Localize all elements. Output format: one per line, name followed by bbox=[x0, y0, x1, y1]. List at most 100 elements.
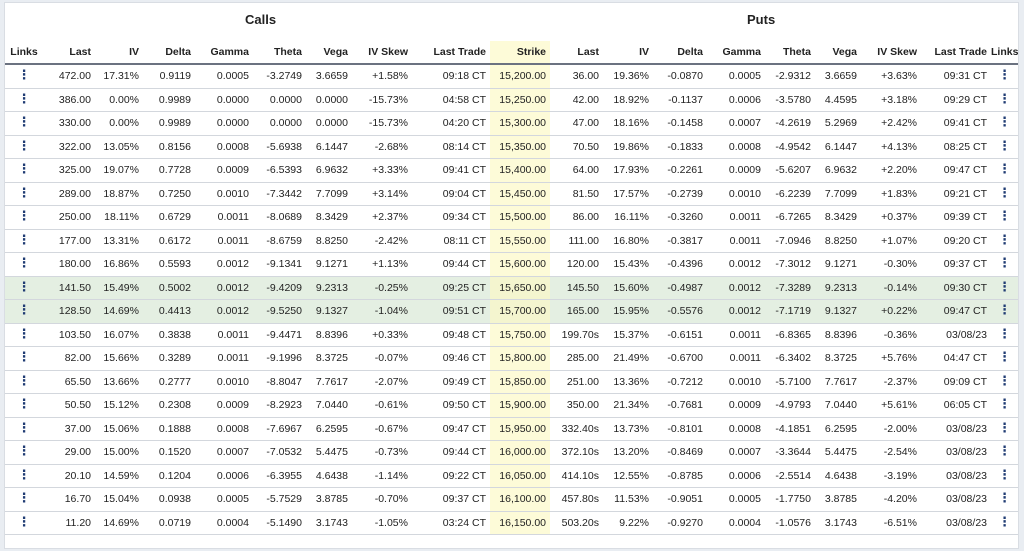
more-vertical-icon[interactable]: ⋮ bbox=[998, 256, 1011, 269]
cell-strike[interactable]: 15,850.00 bbox=[490, 370, 550, 394]
more-vertical-icon[interactable]: ⋮ bbox=[998, 209, 1011, 222]
cell-call-iv-skew: -0.07% bbox=[352, 346, 412, 371]
column-header-put-delta[interactable]: Delta bbox=[653, 41, 707, 65]
column-header-call-iv-skew[interactable]: IV Skew bbox=[352, 41, 412, 65]
more-vertical-icon[interactable]: ⋮ bbox=[18, 186, 31, 199]
more-vertical-icon[interactable]: ⋮ bbox=[998, 68, 1011, 81]
more-vertical-icon[interactable]: ⋮ bbox=[18, 92, 31, 105]
more-vertical-icon[interactable]: ⋮ bbox=[18, 397, 31, 410]
column-header-call-delta[interactable]: Delta bbox=[143, 41, 195, 65]
more-vertical-icon[interactable]: ⋮ bbox=[998, 303, 1011, 316]
more-vertical-icon[interactable]: ⋮ bbox=[18, 256, 31, 269]
column-header-call-last-trade[interactable]: Last Trade bbox=[412, 41, 490, 65]
column-header-put-iv-skew[interactable]: IV Skew bbox=[861, 41, 921, 65]
more-vertical-icon[interactable]: ⋮ bbox=[18, 139, 31, 152]
cell-call-gamma: 0.0008 bbox=[195, 417, 253, 441]
cell-call-delta: 0.4413 bbox=[143, 299, 195, 324]
cell-put-last-trade: 03/08/23 bbox=[921, 323, 991, 347]
cell-call-delta: 0.3289 bbox=[143, 346, 195, 371]
cell-strike[interactable]: 15,700.00 bbox=[490, 299, 550, 324]
more-vertical-icon[interactable]: ⋮ bbox=[18, 444, 31, 457]
more-vertical-icon[interactable]: ⋮ bbox=[18, 515, 31, 528]
more-vertical-icon[interactable]: ⋮ bbox=[998, 92, 1011, 105]
column-header-call-last[interactable]: Last bbox=[43, 41, 95, 65]
cell-call-theta: -8.8047 bbox=[253, 370, 306, 394]
cell-strike[interactable]: 15,300.00 bbox=[490, 111, 550, 136]
column-header-put-last[interactable]: Last bbox=[550, 41, 603, 65]
cell-strike[interactable]: 16,000.00 bbox=[490, 440, 550, 465]
column-header-call-theta[interactable]: Theta bbox=[253, 41, 306, 65]
cell-strike[interactable]: 15,800.00 bbox=[490, 346, 550, 371]
cell-put-gamma: 0.0010 bbox=[707, 370, 765, 394]
column-header-call-iv[interactable]: IV bbox=[95, 41, 143, 65]
more-vertical-icon[interactable]: ⋮ bbox=[18, 468, 31, 481]
cell-strike[interactable]: 15,950.00 bbox=[490, 417, 550, 441]
cell-strike[interactable]: 15,400.00 bbox=[490, 158, 550, 183]
more-vertical-icon[interactable]: ⋮ bbox=[18, 491, 31, 504]
cell-put-vega: 3.6659 bbox=[815, 64, 861, 89]
column-header-links[interactable]: Links bbox=[5, 41, 43, 65]
column-header-call-gamma[interactable]: Gamma bbox=[195, 41, 253, 65]
cell-call-vega: 3.1743 bbox=[306, 511, 352, 535]
more-vertical-icon[interactable]: ⋮ bbox=[18, 68, 31, 81]
column-header-links-right[interactable]: Links bbox=[991, 41, 1018, 65]
more-vertical-icon[interactable]: ⋮ bbox=[18, 115, 31, 128]
cell-strike[interactable]: 16,050.00 bbox=[490, 464, 550, 488]
cell-put-theta: -5.6207 bbox=[765, 158, 815, 183]
cell-put-vega: 5.2969 bbox=[815, 111, 861, 136]
more-vertical-icon[interactable]: ⋮ bbox=[18, 374, 31, 387]
column-header-put-vega[interactable]: Vega bbox=[815, 41, 861, 65]
cell-strike[interactable]: 15,650.00 bbox=[490, 276, 550, 300]
column-header-put-last-trade[interactable]: Last Trade bbox=[921, 41, 991, 65]
column-header-put-iv[interactable]: IV bbox=[603, 41, 653, 65]
chain-row: ⋮ 325.00 19.07% 0.7728 0.0009 -6.5393 6.9632 +3… bbox=[5, 158, 1018, 183]
column-header-put-gamma[interactable]: Gamma bbox=[707, 41, 765, 65]
more-vertical-icon[interactable]: ⋮ bbox=[998, 327, 1011, 340]
cell-strike[interactable]: 15,500.00 bbox=[490, 205, 550, 230]
more-vertical-icon[interactable]: ⋮ bbox=[18, 303, 31, 316]
cell-put-iv: 15.37% bbox=[603, 323, 653, 347]
more-vertical-icon[interactable]: ⋮ bbox=[998, 515, 1011, 528]
cell-call-theta: -9.4471 bbox=[253, 323, 306, 347]
column-header-put-theta[interactable]: Theta bbox=[765, 41, 815, 65]
cell-put-iv-skew: -2.54% bbox=[861, 440, 921, 465]
more-vertical-icon[interactable]: ⋮ bbox=[998, 162, 1011, 175]
cell-strike[interactable]: 15,550.00 bbox=[490, 229, 550, 253]
cell-strike[interactable]: 15,450.00 bbox=[490, 182, 550, 206]
more-vertical-icon[interactable]: ⋮ bbox=[18, 280, 31, 293]
cell-strike[interactable]: 15,200.00 bbox=[490, 64, 550, 89]
more-vertical-icon[interactable]: ⋮ bbox=[998, 115, 1011, 128]
cell-put-last: 251.00 bbox=[550, 370, 603, 394]
call-links-cell: ⋮ bbox=[5, 135, 43, 159]
more-vertical-icon[interactable]: ⋮ bbox=[18, 233, 31, 246]
cell-strike[interactable]: 15,600.00 bbox=[490, 252, 550, 277]
more-vertical-icon[interactable]: ⋮ bbox=[998, 421, 1011, 434]
more-vertical-icon[interactable]: ⋮ bbox=[18, 421, 31, 434]
more-vertical-icon[interactable]: ⋮ bbox=[998, 397, 1011, 410]
column-header-strike[interactable]: Strike bbox=[490, 41, 550, 65]
more-vertical-icon[interactable]: ⋮ bbox=[18, 327, 31, 340]
more-vertical-icon[interactable]: ⋮ bbox=[998, 186, 1011, 199]
cell-strike[interactable]: 16,100.00 bbox=[490, 487, 550, 512]
more-vertical-icon[interactable]: ⋮ bbox=[998, 444, 1011, 457]
cell-call-delta: 0.1204 bbox=[143, 464, 195, 488]
cell-strike[interactable]: 15,900.00 bbox=[490, 393, 550, 418]
cell-strike[interactable]: 15,750.00 bbox=[490, 323, 550, 347]
more-vertical-icon[interactable]: ⋮ bbox=[18, 209, 31, 222]
more-vertical-icon[interactable]: ⋮ bbox=[998, 139, 1011, 152]
more-vertical-icon[interactable]: ⋮ bbox=[998, 280, 1011, 293]
cell-put-theta: -7.3289 bbox=[765, 276, 815, 300]
more-vertical-icon[interactable]: ⋮ bbox=[998, 491, 1011, 504]
cell-strike[interactable]: 15,350.00 bbox=[490, 135, 550, 159]
more-vertical-icon[interactable]: ⋮ bbox=[998, 350, 1011, 363]
more-vertical-icon[interactable]: ⋮ bbox=[18, 350, 31, 363]
more-vertical-icon[interactable]: ⋮ bbox=[998, 374, 1011, 387]
column-header-call-vega[interactable]: Vega bbox=[306, 41, 352, 65]
cell-put-last-trade: 04:47 CT bbox=[921, 346, 991, 371]
more-vertical-icon[interactable]: ⋮ bbox=[998, 233, 1011, 246]
cell-strike[interactable]: 16,150.00 bbox=[490, 511, 550, 535]
cell-put-last-trade: 06:05 CT bbox=[921, 393, 991, 418]
cell-strike[interactable]: 15,250.00 bbox=[490, 88, 550, 112]
more-vertical-icon[interactable]: ⋮ bbox=[18, 162, 31, 175]
more-vertical-icon[interactable]: ⋮ bbox=[998, 468, 1011, 481]
